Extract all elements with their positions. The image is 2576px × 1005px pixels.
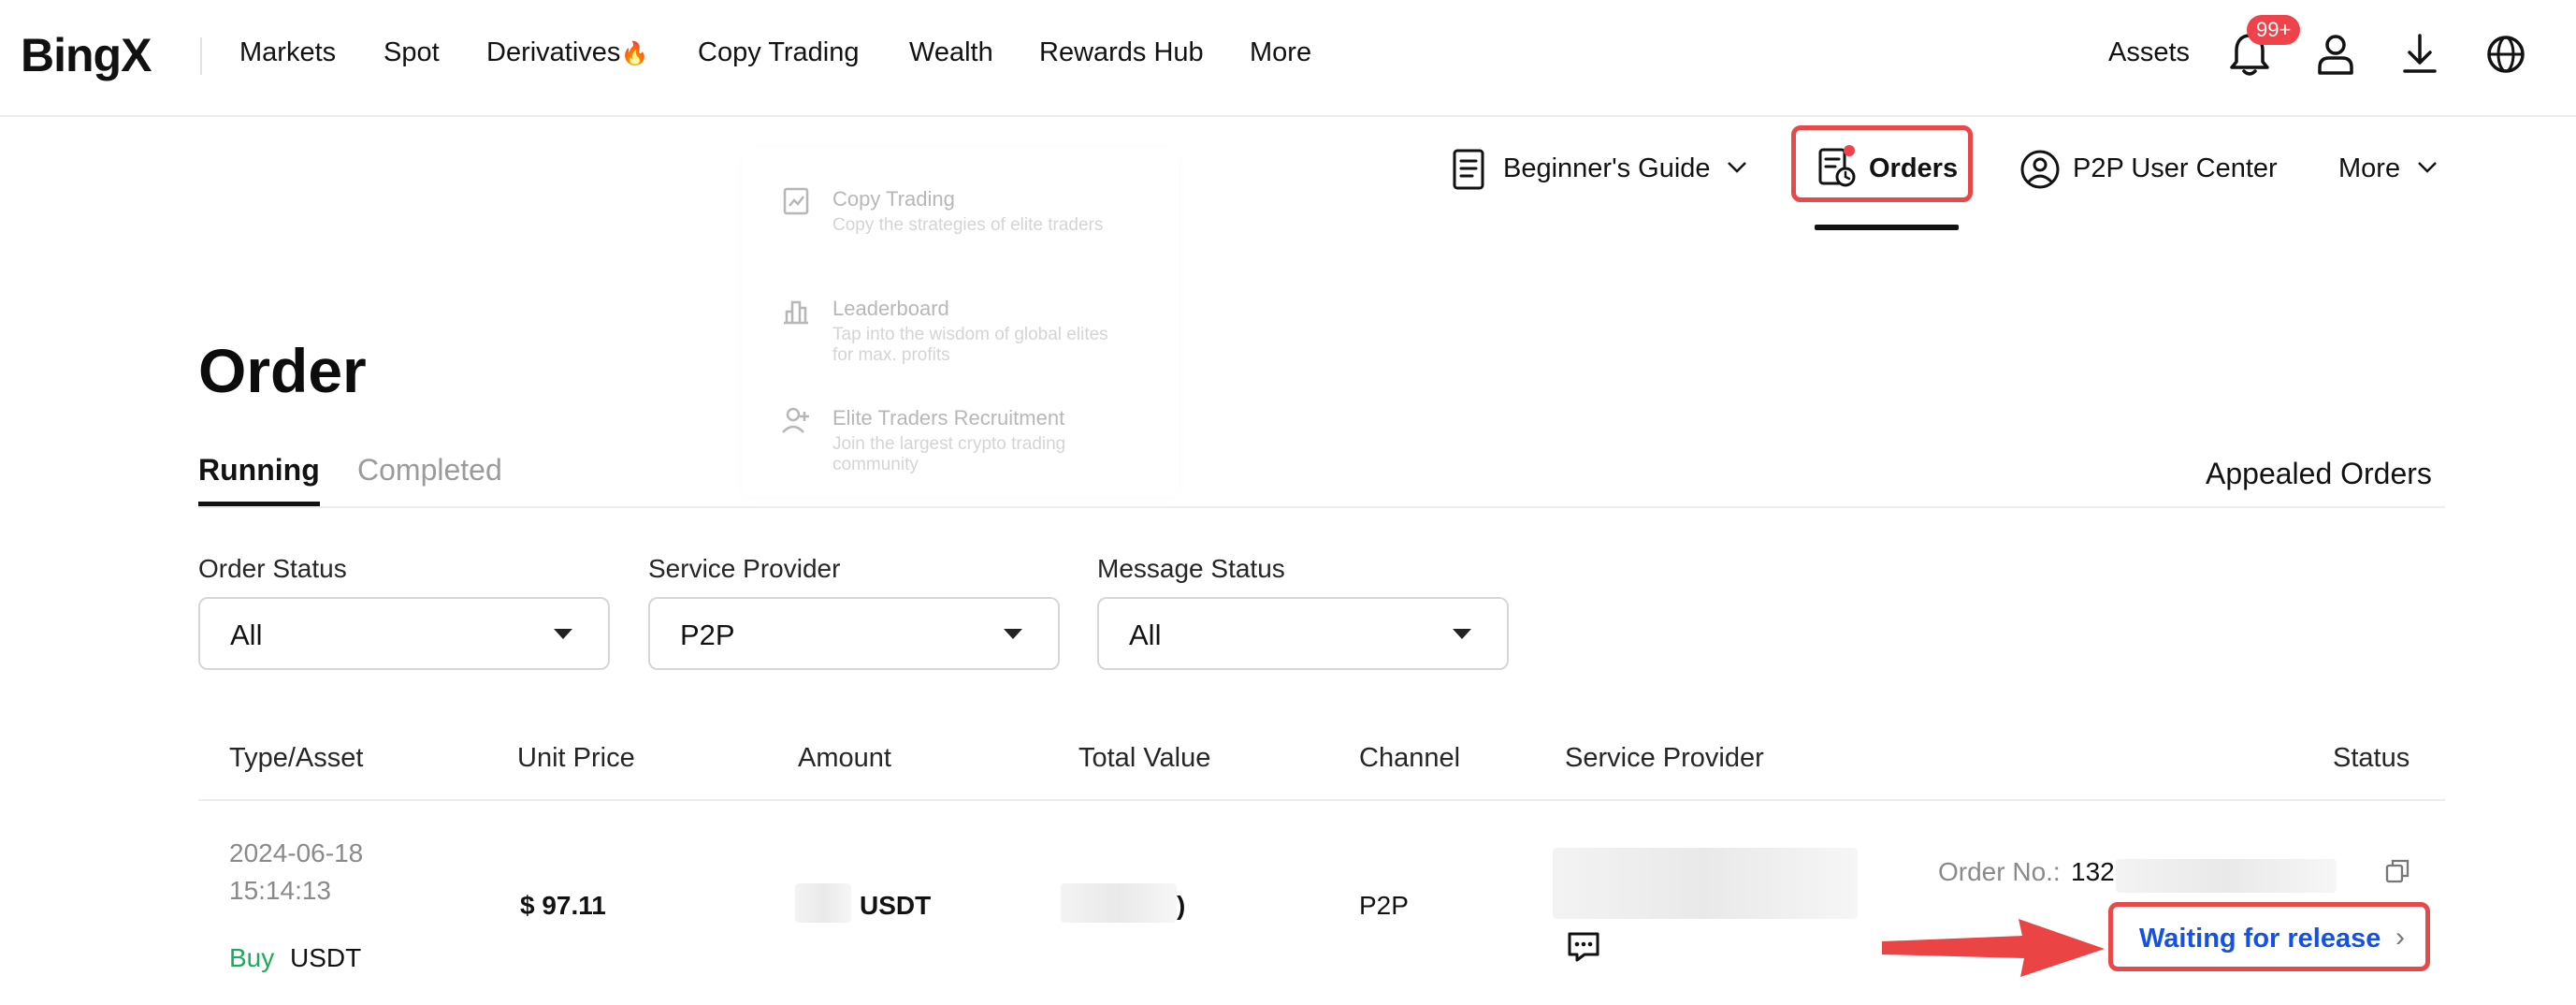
chevron-down-icon [2418,162,2437,173]
redacted-service-provider [1553,848,1858,919]
col-channel: Channel [1359,743,1461,773]
order-asset: USDT [290,943,362,972]
guide-book-icon [1453,149,1484,190]
amount-unit: USDT [860,891,932,920]
col-unit-price: Unit Price [517,743,635,773]
channel-value: P2P [1359,891,1409,920]
message-status-label: Message Status [1097,554,1285,583]
col-service-provider: Service Provider [1565,743,1764,773]
order-side: Buy [229,943,275,972]
appealed-orders-link[interactable]: Appealed Orders [2206,457,2432,491]
nav-assets[interactable]: Assets [2108,37,2190,68]
dropdown-desc: Join the largest crypto trading communit… [832,434,1066,474]
service-provider-value: P2P [680,619,735,651]
order-status-label: Order Status [198,554,347,583]
tabs-divider [198,506,2445,508]
redacted-amount [795,883,851,923]
nav-more[interactable]: More [1250,37,1311,68]
nav-derivatives[interactable]: Derivatives🔥 [486,37,648,68]
nav-derivatives-label: Derivatives [486,37,621,67]
bingx-logo[interactable]: BingX [21,28,152,82]
redacted-total-value [1061,883,1177,923]
caret-down-icon [1004,629,1022,639]
red-arrow-annotation [1882,919,2105,977]
nav-wealth[interactable]: Wealth [909,37,993,68]
total-value-tail: ) [1177,891,1186,920]
nav-markets[interactable]: Markets [239,37,336,68]
page-title: Order [198,336,367,405]
order-date: 2024-06-18 [229,838,364,867]
p2p-user-center-menu[interactable]: P2P User Center [2073,153,2278,184]
notification-badge: 99+ [2247,15,2301,45]
unit-price-value: $ 97.11 [520,891,606,920]
nav-rewards-hub[interactable]: Rewards Hub [1039,37,1204,68]
fire-icon: 🔥 [620,41,649,66]
table-header-divider [198,799,2445,801]
copy-trading-icon [783,187,809,215]
nav-spot[interactable]: Spot [384,37,440,68]
beginners-guide-menu[interactable]: Beginner's Guide [1503,153,1711,184]
caret-down-icon [1453,629,1471,639]
service-provider-select[interactable]: P2P [648,597,1060,670]
dropdown-item-elite-recruitment[interactable]: Elite Traders Recruitment Join the large… [743,386,1179,488]
status-button[interactable]: Waiting for release › [2108,902,2430,971]
order-no-partial: 132 [2071,857,2115,886]
globe-icon[interactable] [2482,28,2529,80]
col-status: Status [2333,743,2410,773]
download-icon[interactable] [2396,28,2443,80]
col-type-asset: Type/Asset [229,743,364,773]
top-navigation-bar: BingX Markets Spot Derivatives🔥 Copy Tra… [0,0,2576,117]
col-amount: Amount [798,743,891,773]
order-status-select[interactable]: All [198,597,610,670]
dropdown-desc: Tap into the wisdom of global elites for… [832,325,1108,365]
order-status-value: All [230,619,263,651]
add-user-icon [782,407,809,433]
orders-icon [1818,145,1856,187]
copy-trading-dropdown-faded: Copy Trading Copy the strategies of elit… [743,148,1179,496]
dropdown-title: Elite Traders Recruitment [832,406,1065,430]
dropdown-title: Copy Trading [832,187,955,211]
chevron-down-icon [1728,162,1746,173]
orders-active-underline [1815,225,1959,230]
dropdown-item-copy-trading[interactable]: Copy Trading Copy the strategies of elit… [743,167,1179,269]
nav-copy-trading[interactable]: Copy Trading [698,37,860,68]
status-text: Waiting for release [2139,924,2381,954]
p2p-user-icon [2020,150,2060,189]
redacted-order-number [2116,859,2337,893]
orders-menu[interactable]: Orders [1869,153,1958,184]
col-total-value: Total Value [1078,743,1211,773]
leaderboard-icon [784,300,808,325]
copy-icon[interactable] [2383,857,2411,885]
dropdown-item-leaderboard[interactable]: Leaderboard Tap into the wisdom of globa… [743,276,1179,379]
message-status-value: All [1129,619,1162,651]
tab-completed[interactable]: Completed [357,453,502,488]
order-time: 15:14:13 [229,876,331,905]
message-status-select[interactable]: All [1097,597,1509,670]
logo-divider [200,37,202,75]
tab-running[interactable]: Running [198,453,320,488]
dropdown-desc: Copy the strategies of elite traders [832,215,1104,235]
chat-message-icon[interactable] [1566,930,1601,964]
chevron-right-icon: › [2395,922,2405,953]
service-provider-label: Service Provider [648,554,841,583]
order-no-label: Order No.: [1938,857,2061,886]
dropdown-title: Leaderboard [832,297,949,320]
more-menu[interactable]: More [2338,153,2400,184]
caret-down-icon [554,629,572,639]
user-icon[interactable] [2312,28,2359,80]
